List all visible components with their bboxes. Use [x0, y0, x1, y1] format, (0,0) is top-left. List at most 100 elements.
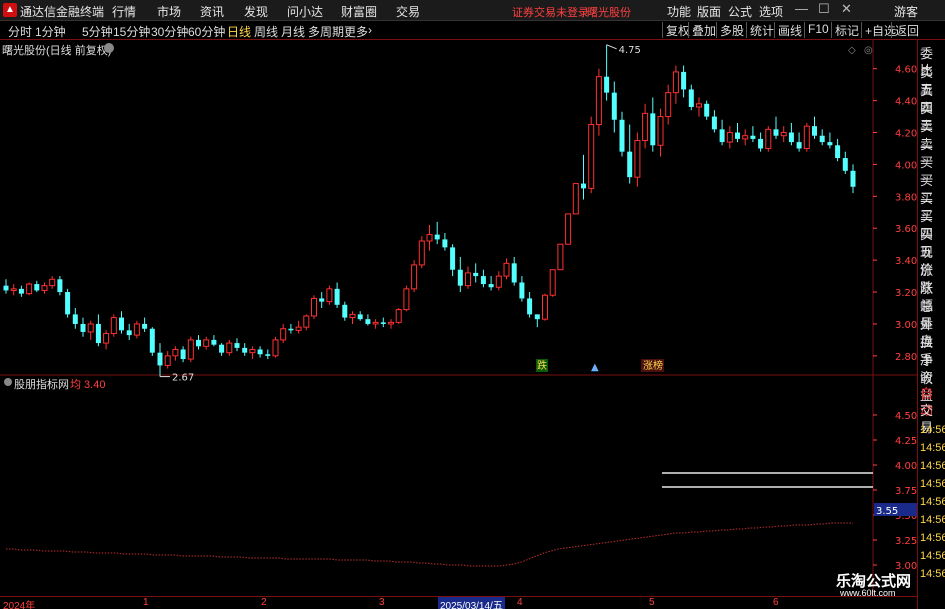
candle-body: [403, 288, 410, 311]
price-tick-label: 3.60: [895, 224, 917, 235]
candle-body: [326, 288, 333, 303]
tool-biaoji[interactable]: 标记: [831, 22, 859, 38]
close-panel-icon: ◎: [864, 45, 873, 56]
x-label-6: 6: [773, 597, 779, 608]
candle-body: [380, 322, 386, 324]
app-logo-icon: ▲: [3, 3, 17, 17]
indicator-options-icon[interactable]: [4, 378, 12, 386]
side-time-5: 14:56: [920, 496, 945, 508]
candle-body: [372, 321, 379, 325]
period-60min[interactable]: 60分钟: [188, 23, 225, 40]
period-30min[interactable]: 30分钟: [151, 23, 188, 40]
period-weekly[interactable]: 周线: [254, 23, 278, 40]
menu-wenxiaoda[interactable]: 问小达: [287, 3, 323, 20]
menu-jiaoyi[interactable]: 交易: [396, 3, 420, 20]
candle-body: [726, 132, 733, 143]
menu-hangqing[interactable]: 行情: [112, 3, 136, 20]
marker-die: 跌: [537, 359, 547, 372]
candle-body: [41, 285, 48, 291]
ind-tick-label: 3.25: [895, 536, 917, 547]
candle-body: [473, 272, 479, 277]
candle-body: [133, 323, 140, 336]
period-monthly[interactable]: 月线: [281, 23, 305, 40]
tool-back[interactable]: 返回: [891, 22, 919, 38]
candle-body: [488, 284, 494, 288]
login-notice[interactable]: 证券交易未登录: [512, 4, 589, 20]
menu-gongshi[interactable]: 公式: [728, 3, 752, 20]
candle-body: [95, 323, 101, 344]
candle-body: [788, 132, 794, 143]
candle-body: [511, 263, 517, 283]
period-toolbar: 分时 1分钟 5分钟 15分钟 30分钟 60分钟 日线 周线 月线 多周期 更…: [0, 21, 945, 40]
ind-tick-label: 4.25: [895, 436, 917, 447]
user-label[interactable]: 游客: [894, 3, 918, 20]
tool-tongji[interactable]: 统计: [746, 22, 774, 38]
tool-diejia[interactable]: 叠加: [688, 22, 716, 38]
candle-body: [234, 343, 240, 348]
candle-body: [49, 278, 56, 287]
menu-xuanxiang[interactable]: 选项: [759, 3, 783, 20]
candle-body: [650, 113, 656, 146]
candle-body: [395, 309, 402, 323]
candle-body: [265, 354, 271, 356]
candle-body: [465, 272, 471, 287]
candle-body: [334, 288, 340, 305]
candle-body: [773, 129, 779, 136]
menu-zixun[interactable]: 资讯: [200, 3, 224, 20]
candle-body: [411, 264, 418, 290]
candle-body: [719, 129, 725, 143]
candle-body: [87, 323, 94, 333]
menu-caifuquan[interactable]: 财富圈: [341, 3, 377, 20]
candle-body: [288, 328, 294, 331]
menu-shichang[interactable]: 市场: [157, 3, 181, 20]
diamond-icon: ◇: [848, 45, 856, 56]
low-price-label: 2.67: [172, 373, 194, 384]
maximize-icon[interactable]: ☐: [818, 1, 830, 17]
candle-body: [196, 339, 201, 347]
marker-arrow-icon: ▲: [591, 362, 599, 373]
candle-body: [450, 247, 456, 270]
chart-options-icon[interactable]: [104, 43, 114, 53]
price-tick-label: 4.40: [895, 97, 917, 108]
candle-body: [295, 326, 302, 331]
candle-body: [164, 355, 171, 366]
close-icon[interactable]: ✕: [841, 1, 852, 17]
candle-body: [10, 288, 17, 291]
candle-body: [442, 239, 448, 248]
candle-body: [780, 132, 787, 137]
candle-body: [819, 135, 825, 143]
candle-body: [34, 284, 40, 291]
period-daily[interactable]: 日线: [227, 23, 251, 40]
chevron-right-icon[interactable]: ›: [368, 23, 372, 37]
candle-body: [342, 304, 348, 318]
x-label-4: 4: [517, 597, 523, 608]
candle-body: [18, 288, 24, 294]
menu-gongneng[interactable]: 功能: [667, 3, 691, 20]
tool-fuquan[interactable]: 复权: [662, 22, 690, 38]
period-15min[interactable]: 15分钟: [113, 23, 150, 40]
candle-body: [588, 124, 595, 189]
candle-body: [642, 112, 649, 141]
tool-f10[interactable]: F10: [804, 22, 829, 38]
candle-body: [480, 276, 486, 285]
period-more[interactable]: 更多: [344, 23, 368, 40]
menu-banmian[interactable]: 版面: [697, 3, 721, 20]
kline-chart[interactable]: 4.60 4.40 4.20 4.00 3.80 3.60 3.40 3.20 3.00 2.80…: [0, 40, 917, 596]
menu-faxian[interactable]: 发现: [244, 3, 268, 20]
period-multi[interactable]: 多周期: [308, 23, 344, 40]
tool-duogu[interactable]: 多股: [716, 22, 744, 38]
period-1min[interactable]: 1分钟: [35, 23, 66, 40]
candle-body: [611, 92, 617, 120]
period-fenshi[interactable]: 分时: [8, 23, 32, 40]
candle-body: [157, 352, 163, 366]
x-label-1: 1: [143, 597, 149, 608]
minimize-icon[interactable]: —: [795, 1, 808, 16]
price-tick-label: 3.00: [895, 320, 917, 331]
candle-body: [3, 285, 9, 291]
period-5min[interactable]: 5分钟: [82, 23, 113, 40]
indicator-title[interactable]: 股朋指标网: [14, 376, 69, 392]
price-tick-label: 2.80: [895, 352, 917, 363]
tool-huaxian[interactable]: 画线: [774, 22, 802, 38]
candle-body: [418, 240, 425, 266]
candle-body: [827, 142, 833, 146]
